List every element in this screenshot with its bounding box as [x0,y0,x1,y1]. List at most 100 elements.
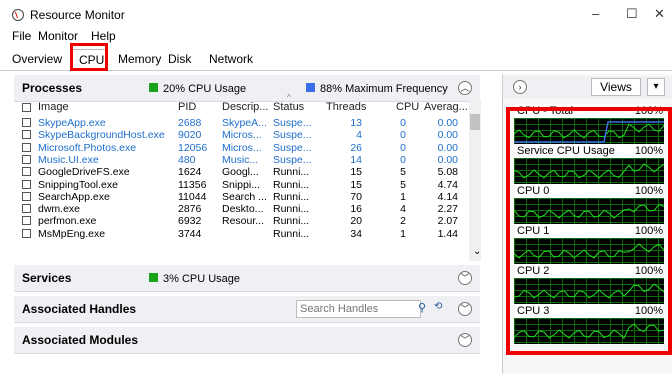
modules-header[interactable]: Associated Modules ﹀ [14,327,480,354]
cell-description: Googl... [222,166,259,179]
cell-description: Micros... [222,129,262,142]
processes-header[interactable]: Processes 20% CPU Usage 88% Maximum Freq… [14,75,480,102]
search-icon[interactable]: ⚲ [418,301,426,314]
col-status[interactable]: Status [273,101,304,113]
menu-help[interactable]: Help [91,29,116,43]
cell-cpu: 0 [400,129,406,142]
handles-chevron-down-icon[interactable]: ﹀ [458,302,472,316]
cell-pid: 11356 [178,178,207,191]
cell-threads: 26 [350,141,362,154]
col-cpu[interactable]: CPU [396,101,419,113]
cell-image: dwm.exe [38,203,81,216]
table-row[interactable]: Microsoft.Photos.exe 12056 Micros... Suspe.… [22,142,468,155]
cell-average: 2.27 [437,203,458,216]
cell-description: Resour... [222,215,265,228]
cell-threads: 70 [350,190,362,203]
table-row[interactable]: GoogleDriveFS.exe 1624 Googl... Runni... 15 5… [22,166,468,179]
tab-disk[interactable]: Disk [162,49,197,69]
row-checkbox[interactable] [22,216,31,226]
cell-status: Runni... [273,215,310,228]
cell-status: Suspe... [273,153,312,166]
cell-pid: 11044 [178,190,207,203]
row-checkbox[interactable] [22,228,31,238]
window-title: Resource Monitor [30,8,125,22]
table-row[interactable]: dwm.exe 2876 Deskto... Runni... 16 4 2.27 [22,203,468,216]
refresh-icon[interactable]: ⟲ [434,301,442,312]
maximize-button[interactable]: ☐ [626,6,638,22]
search-handles-input[interactable] [296,300,421,318]
cell-pid: 9020 [178,129,202,142]
cell-cpu: 5 [400,166,406,179]
cell-average: 1.44 [437,227,458,240]
row-checkbox[interactable] [22,118,31,127]
cell-description: SkypeA... [222,117,267,129]
cell-average: 0.00 [437,117,458,129]
services-cpu-usage: 3% CPU Usage [163,273,241,285]
modules-chevron-down-icon[interactable]: ﹀ [458,333,472,347]
cell-pid: 2876 [178,203,202,216]
max-frequency-swatch [306,83,315,92]
views-dropdown-icon[interactable]: ▾ [647,78,665,96]
services-header[interactable]: Services 3% CPU Usage ﹀ [14,265,480,292]
cell-pid: 2688 [178,117,202,129]
menu-monitor[interactable]: Monitor [38,29,78,43]
cpu-usage-swatch [149,83,158,92]
row-checkbox[interactable] [22,154,31,164]
table-row[interactable]: SnippingTool.exe 11356 Snippi... Runni... 15… [22,179,468,192]
row-checkbox[interactable] [22,142,31,152]
table-row[interactable]: Music.UI.exe 480 Music... Suspe... 14 0 0.00 [22,154,468,167]
scroll-down-icon[interactable]: ⌄ [473,246,481,257]
cell-average: 4.14 [437,190,458,203]
row-checkbox[interactable] [22,167,31,177]
views-button[interactable]: Views [591,78,641,96]
cell-description: Search ... [222,190,267,203]
collapse-panel-icon[interactable]: › [513,80,527,94]
col-image[interactable]: Image [38,101,69,113]
cell-average: 2.07 [437,215,458,228]
cell-status: Runni... [273,178,310,191]
col-pid[interactable]: PID [178,101,196,113]
handles-title: Associated Handles [22,302,137,316]
minimize-button[interactable]: – [592,6,599,21]
handles-header[interactable]: Associated Handles ⚲ ⟲ ﹀ [14,296,480,323]
table-row[interactable]: perfmon.exe 6932 Resour... Runni... 20 2 2.07 [22,215,468,228]
cell-pid: 1624 [178,166,202,179]
table-row[interactable]: SearchApp.exe 11044 Search ... Runni... 70 1 4… [22,191,468,204]
close-button[interactable]: ✕ [654,6,665,22]
row-checkbox[interactable] [22,204,31,214]
resource-monitor-icon [12,9,24,21]
cell-pid: 12056 [178,141,208,154]
cell-threads: 15 [350,178,362,191]
processes-title: Processes [22,81,83,95]
cell-cpu: 0 [400,153,406,166]
cell-threads: 34 [350,227,362,240]
cell-image: Microsoft.Photos.exe [38,141,137,154]
tab-memory[interactable]: Memory [112,49,167,69]
cell-average: 4.74 [437,178,458,191]
cell-description: Micros... [222,141,262,154]
tab-overview[interactable]: Overview [6,49,68,69]
menu-file[interactable]: File [12,29,31,43]
chevron-up-icon[interactable]: ︿ [458,81,472,95]
table-row[interactable]: SkypeBackgroundHost.exe 9020 Micros... Susp… [22,129,468,142]
cell-description: Deskto... [222,203,264,216]
tab-network[interactable]: Network [203,49,259,69]
cell-cpu: 1 [400,227,406,240]
scrollbar-thumb[interactable] [470,114,480,130]
chevron-down-icon[interactable]: ﹀ [458,271,472,285]
table-row[interactable]: SkypeApp.exe 2688 SkypeA... Suspe... 13 0 0.00 [22,117,468,130]
cell-pid: 480 [178,153,196,166]
row-checkbox[interactable] [22,179,31,189]
processes-cpu-usage: 20% CPU Usage [163,83,247,95]
cell-status: Runni... [273,203,310,216]
col-threads[interactable]: Threads [326,101,366,113]
table-row[interactable]: MsMpEng.exe 3744 Runni... 34 1 1.44 [22,228,468,241]
row-checkbox[interactable] [22,191,31,201]
row-checkbox[interactable] [22,130,31,140]
select-all-checkbox[interactable] [22,103,31,112]
col-description[interactable]: Descrip... [222,101,268,113]
col-average[interactable]: Averag... [424,101,468,113]
cell-pid: 3744 [178,227,202,240]
cell-threads: 16 [350,203,362,216]
cell-threads: 13 [350,117,362,129]
